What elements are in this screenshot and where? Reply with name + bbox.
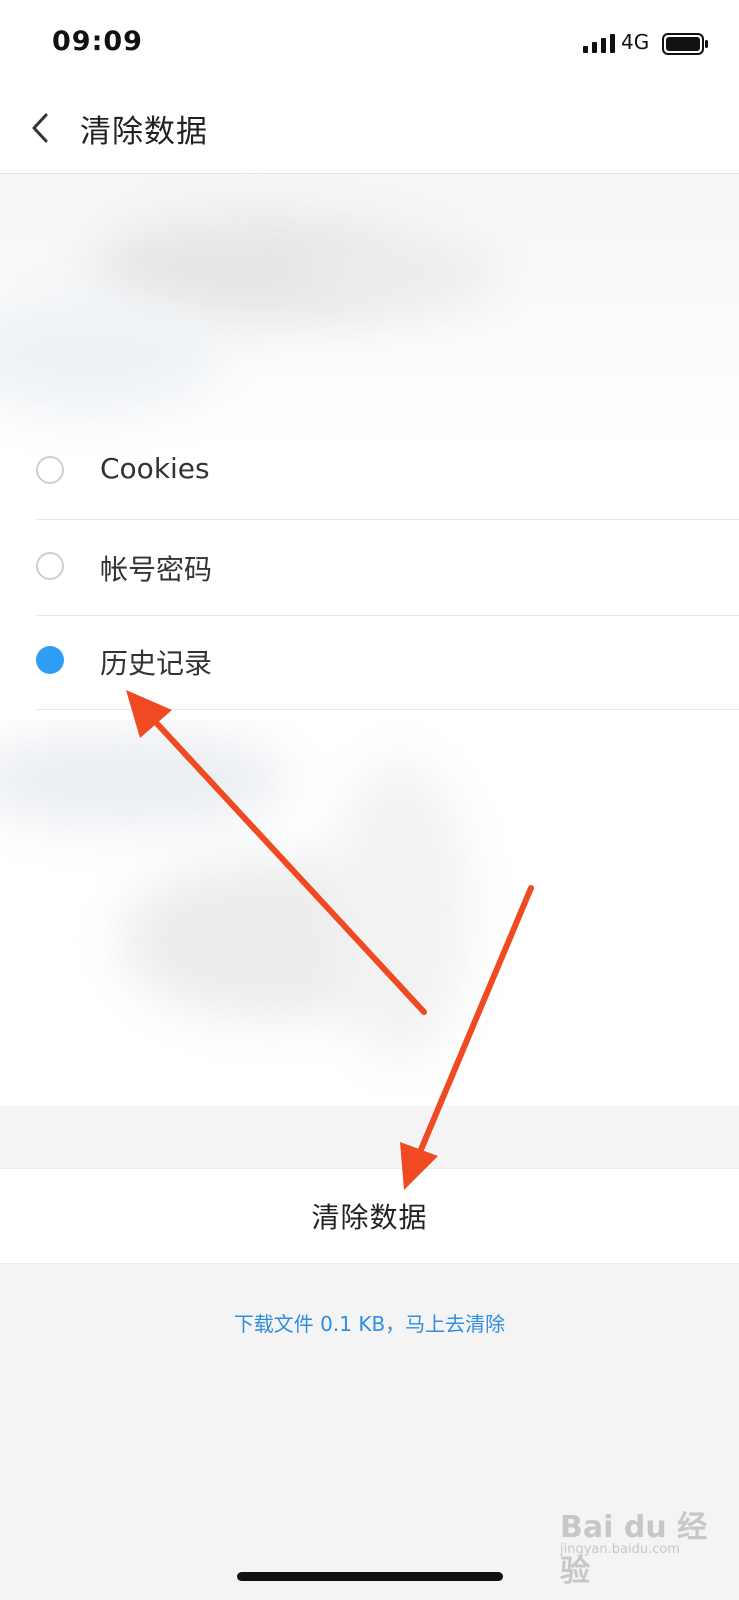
signal-bars-icon xyxy=(583,34,615,53)
status-bar: 09:09 4G xyxy=(0,0,739,88)
watermark-site: jingyan.baidu.com xyxy=(560,1542,680,1557)
clear-data-button[interactable]: 清除数据 xyxy=(0,1168,739,1264)
home-indicator[interactable] xyxy=(237,1572,503,1581)
option-account-password[interactable]: 帐号密码 xyxy=(36,520,739,616)
status-time: 09:09 xyxy=(52,26,143,57)
option-cookies[interactable]: Cookies xyxy=(36,424,739,520)
radio-cookies[interactable] xyxy=(36,456,64,484)
radio-history[interactable] xyxy=(36,646,64,674)
clear-data-panel: Cookies 帐号密码 历史记录 xyxy=(0,174,739,1106)
radio-account-password[interactable] xyxy=(36,552,64,580)
battery-icon xyxy=(662,33,708,55)
section-gap xyxy=(0,1106,739,1168)
download-files-link[interactable]: 下载文件 0.1 KB，马上去清除 xyxy=(0,1308,739,1337)
option-label: 帐号密码 xyxy=(100,553,213,586)
option-label: Cookies xyxy=(100,452,210,485)
blurred-region-top xyxy=(0,174,739,456)
blurred-region-bottom xyxy=(0,720,739,1106)
option-history[interactable]: 历史记录 xyxy=(36,614,739,710)
baidu-watermark: Bai du 经验 jingyan.baidu.com xyxy=(560,1502,720,1589)
option-label: 历史记录 xyxy=(100,647,213,680)
chevron-left-icon xyxy=(32,113,48,143)
page-title: 清除数据 xyxy=(80,114,208,150)
back-button[interactable] xyxy=(18,98,62,158)
network-type: 4G xyxy=(621,30,650,54)
navigation-bar: 清除数据 xyxy=(0,88,739,174)
